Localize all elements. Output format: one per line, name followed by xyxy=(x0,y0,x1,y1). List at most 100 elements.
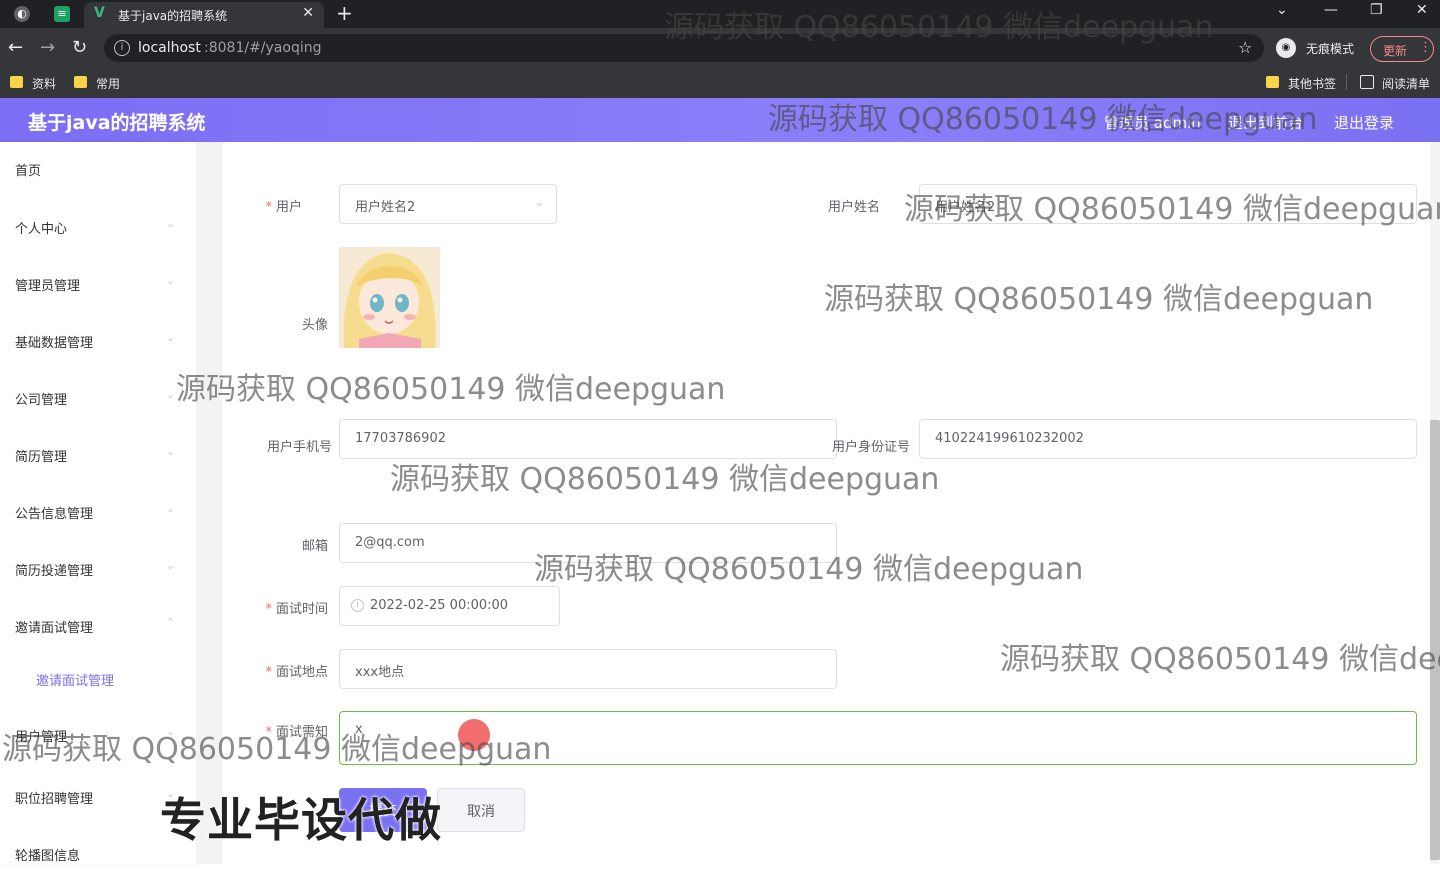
chevron-icon: ⌄ xyxy=(166,559,176,572)
user-name-value: 用户姓名2 xyxy=(935,200,996,215)
chevron-down-icon: ⌄ xyxy=(534,196,544,209)
chevron-icon: ⌄ xyxy=(166,725,176,738)
app-title: 基于java的招聘系统 xyxy=(28,112,206,134)
interview-time-picker[interactable]: 2022-02-25 00:00:00 xyxy=(339,586,560,626)
user-select[interactable]: 用户姓名2 ⌄ xyxy=(339,184,557,224)
back-to-frontend-link[interactable]: 退出到前台 xyxy=(1228,112,1303,133)
main-content: * 用户 用户姓名2 ⌄ 用户姓名 用户姓名2 头像 用户手机号 1770378… xyxy=(196,142,1440,864)
sidebar-item-label: 职位招聘管理 xyxy=(15,792,94,807)
user-name-field[interactable]: 用户姓名2 xyxy=(919,184,1417,224)
update-button[interactable]: 更新 ⋮ xyxy=(1370,36,1434,62)
bookmark-folder[interactable]: 其他书签 xyxy=(1266,74,1344,92)
sidebar-item-basic-data[interactable]: 基础数据管理 ⌄ xyxy=(0,320,196,360)
interview-place-field[interactable]: xxx地点 xyxy=(339,649,837,689)
close-window-icon[interactable]: ✕ xyxy=(1416,2,1428,18)
id-card-value: 410224199610232002 xyxy=(935,431,1084,446)
bookmarks-bar: 资料 常用 其他书签 阅读清单 xyxy=(0,68,1440,98)
cancel-label: 取消 xyxy=(467,804,495,820)
interview-time-label: * 面试时间 xyxy=(265,602,328,617)
email-value: 2@qq.com xyxy=(355,535,425,550)
tab-search-icon[interactable]: ⌄ xyxy=(1276,2,1288,18)
back-icon[interactable]: ← xyxy=(8,37,23,58)
sidebar-subitem-interview[interactable]: 邀请面试管理 xyxy=(0,658,196,698)
chevron-icon: ⌄ xyxy=(166,388,176,401)
sidebar-item-notice[interactable]: 公告信息管理 ⌄ xyxy=(0,491,196,531)
id-card-field[interactable]: 410224199610232002 xyxy=(919,419,1417,459)
sidebar-item-resume[interactable]: 简历管理 ⌄ xyxy=(0,434,196,474)
bookmark-label: 常用 xyxy=(96,77,121,91)
sidebar-item-profile[interactable]: 个人中心 ⌄ xyxy=(0,206,196,246)
pinned-tab-icon[interactable]: ≡ xyxy=(54,6,70,22)
folder-icon xyxy=(74,76,87,88)
interview-place-value: xxx地点 xyxy=(355,665,405,680)
sidebar-subitem-label: 邀请面试管理 xyxy=(36,674,115,689)
cancel-button[interactable]: 取消 xyxy=(437,788,525,832)
interview-notice-value: x xyxy=(355,722,363,737)
email-label: 邮箱 xyxy=(301,539,328,554)
bookmark-folder[interactable]: 常用 xyxy=(74,74,134,92)
url-path: :8081/#/yaoqing xyxy=(204,40,322,56)
bookmark-separator xyxy=(1346,74,1347,90)
sidebar-item-label: 邀请面试管理 xyxy=(15,621,94,636)
user-name-label: 用户姓名 xyxy=(827,200,880,215)
reading-list-icon xyxy=(1360,75,1374,89)
mouse-cursor-highlight xyxy=(458,719,490,751)
forward-icon[interactable]: → xyxy=(40,37,55,58)
incognito-indicator[interactable]: ◉ 无痕模式 xyxy=(1276,36,1366,60)
vue-logo-icon: V xyxy=(94,5,105,21)
folder-icon xyxy=(1266,76,1279,88)
promo-overlay-text: 专业毕设代做 xyxy=(160,793,442,847)
sidebar-item-label: 个人中心 xyxy=(15,222,68,237)
incognito-label: 无痕模式 xyxy=(1306,42,1355,56)
sidebar-item-label: 首页 xyxy=(15,164,42,179)
folder-icon xyxy=(10,76,23,88)
browser-tab-bar: ◐ ≡ V 基于java的招聘系统 ✕ + ⌄ — ❐ ✕ xyxy=(0,0,1440,28)
sidebar-item-company[interactable]: 公司管理 ⌄ xyxy=(0,377,196,417)
tab-title: 基于java的招聘系统 xyxy=(118,9,228,23)
logout-link[interactable]: 退出登录 xyxy=(1334,112,1394,133)
tab-close-icon[interactable]: ✕ xyxy=(302,5,314,21)
sidebar-item-delivery[interactable]: 简历投递管理 ⌄ xyxy=(0,548,196,588)
sidebar-item-label: 管理员管理 xyxy=(15,279,81,294)
new-tab-icon[interactable]: + xyxy=(336,1,353,25)
email-field[interactable]: 2@qq.com xyxy=(339,523,837,563)
current-user: 管理员 admin xyxy=(1104,114,1201,132)
active-tab[interactable]: V 基于java的招聘系统 ✕ xyxy=(84,2,324,28)
interview-notice-textarea[interactable]: x xyxy=(339,711,1417,765)
user-field-label: * 用户 xyxy=(265,200,302,215)
more-menu-icon: ⋮ xyxy=(1419,40,1432,55)
incognito-icon: ◉ xyxy=(1276,38,1296,58)
phone-label: 用户手机号 xyxy=(266,440,332,455)
sidebar-item-admin[interactable]: 管理员管理 ⌄ xyxy=(0,263,196,303)
reading-list[interactable]: 阅读清单 xyxy=(1360,74,1436,92)
minimize-icon[interactable]: — xyxy=(1324,2,1338,18)
sidebar-item-label: 简历管理 xyxy=(15,450,68,465)
sidebar-item-label: 用户管理 xyxy=(15,730,68,745)
bookmark-star-icon[interactable]: ☆ xyxy=(1238,38,1252,57)
page-scrollbar[interactable] xyxy=(1430,420,1440,860)
avatar-label: 头像 xyxy=(301,318,328,333)
chevron-icon: ⌄ xyxy=(166,502,176,515)
sidebar: 首页 个人中心 ⌄ 管理员管理 ⌄ 基础数据管理 ⌄ 公司管理 ⌄ 简历管理 ⌄… xyxy=(0,142,196,864)
id-card-label: 用户身份证号 xyxy=(831,440,910,455)
sidebar-item-users[interactable]: 用户管理 ⌄ xyxy=(0,714,196,754)
sidebar-item-label: 简历投递管理 xyxy=(15,564,94,579)
restore-icon[interactable]: ❐ xyxy=(1370,2,1383,18)
sidebar-item-interview[interactable]: 邀请面试管理 ⌃ xyxy=(0,605,196,645)
bookmark-folder[interactable]: 资料 xyxy=(10,74,70,92)
sidebar-item-label: 公告信息管理 xyxy=(15,507,94,522)
chevron-icon: ⌄ xyxy=(166,445,176,458)
chevron-up-icon: ⌃ xyxy=(166,616,176,629)
url-input[interactable]: i localhost :8081/#/yaoqing xyxy=(104,34,1264,62)
sidebar-item-label: 基础数据管理 xyxy=(15,336,94,351)
sidebar-item-home[interactable]: 首页 xyxy=(0,148,196,188)
chevron-icon: ⌄ xyxy=(166,274,176,287)
browser-menu-icon[interactable]: ◐ xyxy=(14,6,30,22)
site-info-icon[interactable]: i xyxy=(114,40,130,56)
phone-value: 17703786902 xyxy=(355,431,446,446)
phone-field[interactable]: 17703786902 xyxy=(339,419,837,459)
reload-icon[interactable]: ↻ xyxy=(72,37,87,58)
interview-notice-label: * 面试需知 xyxy=(265,725,328,740)
interview-place-label: * 面试地点 xyxy=(265,665,328,680)
chevron-icon: ⌄ xyxy=(166,331,176,344)
